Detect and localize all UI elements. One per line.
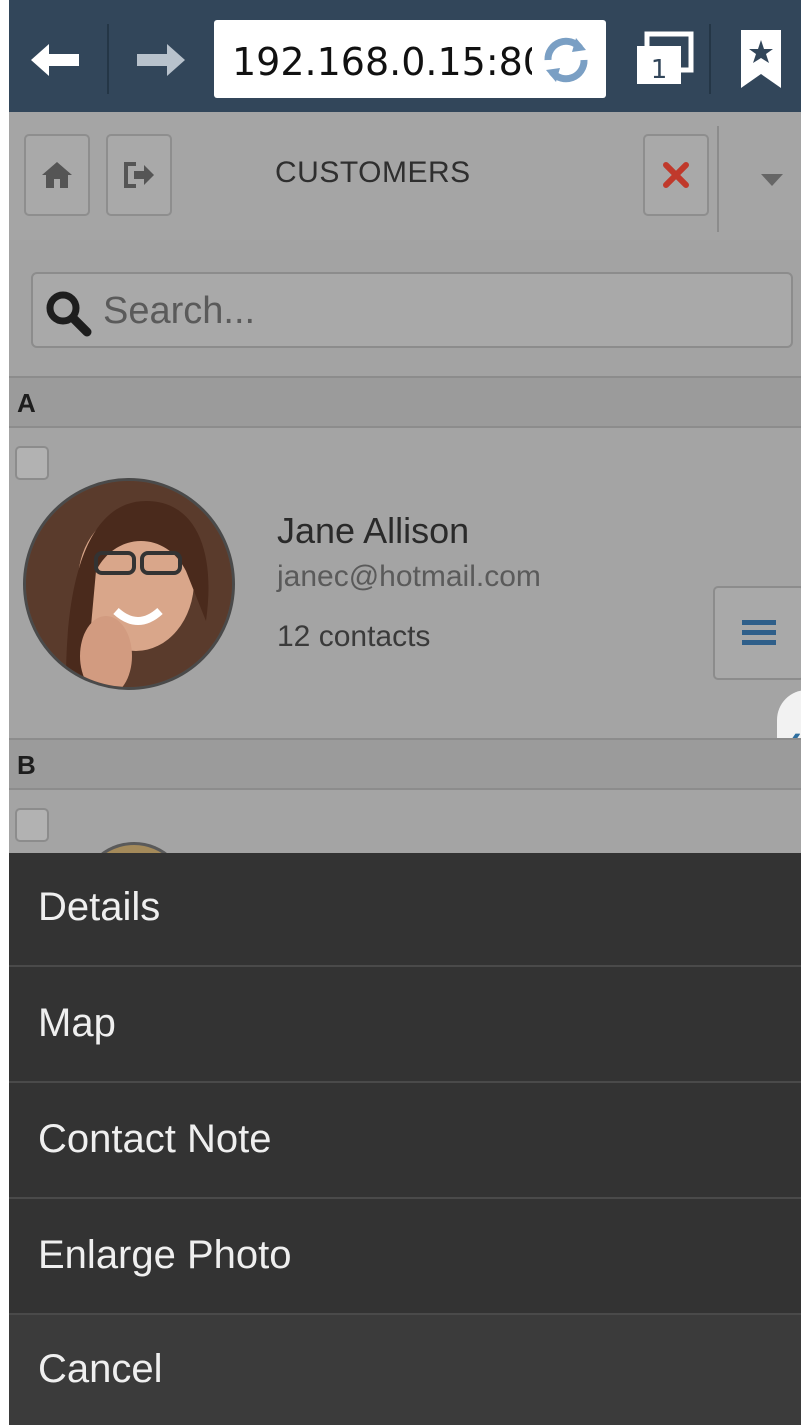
home-icon [42, 162, 72, 188]
bookmark-button[interactable] [731, 26, 791, 92]
close-icon [663, 162, 689, 188]
header-dropdown[interactable] [747, 160, 797, 200]
bookmark-star-icon [741, 30, 781, 88]
search-icon [46, 291, 92, 337]
address-bar[interactable]: 192.168.0.15:8080 [214, 20, 606, 98]
url-text: 192.168.0.15:8080 [232, 40, 532, 84]
tab-count: 1 [651, 55, 668, 85]
close-button[interactable] [643, 134, 709, 216]
action-cancel[interactable]: Cancel [9, 1315, 801, 1425]
section-letter: B [17, 750, 36, 780]
action-sheet: Details Map Contact Note Enlarge Photo C… [9, 853, 801, 1425]
action-contact-note[interactable]: Contact Note [9, 1085, 801, 1199]
action-map[interactable]: Map [9, 969, 801, 1083]
toolbar-separator [107, 24, 109, 94]
browser-toolbar: 192.168.0.15:8080 1 [0, 0, 801, 112]
customer-photo [26, 481, 232, 687]
hamburger-icon [742, 620, 776, 645]
home-button[interactable] [24, 134, 90, 216]
select-checkbox[interactable] [15, 446, 49, 480]
action-enlarge-photo[interactable]: Enlarge Photo [9, 1201, 801, 1315]
tabs-button[interactable]: 1 [629, 28, 699, 92]
list-item[interactable]: Jane Allison janec@hotmail.com 12 contac… [9, 428, 801, 738]
logout-button[interactable] [106, 134, 172, 216]
tabs-icon: 1 [637, 31, 694, 85]
action-label: Cancel [38, 1347, 163, 1391]
section-header-b: B [9, 738, 801, 790]
arrow-left-icon [31, 44, 79, 76]
select-checkbox[interactable] [15, 808, 49, 842]
search-box[interactable] [31, 272, 793, 348]
sign-out-icon [124, 162, 154, 188]
row-menu-button[interactable] [713, 586, 801, 680]
app-header: CUSTOMERS [9, 112, 801, 240]
arrow-right-icon [137, 44, 185, 76]
customer-email: janec@hotmail.com [277, 560, 541, 593]
contact-count: 12 contacts [277, 620, 431, 653]
action-label: Enlarge Photo [38, 1233, 292, 1277]
header-divider [717, 126, 719, 232]
action-label: Map [38, 1001, 116, 1045]
back-button[interactable] [15, 22, 95, 98]
page-title: CUSTOMERS [275, 156, 471, 189]
caret-down-icon [761, 174, 783, 186]
section-letter: A [17, 388, 36, 418]
avatar[interactable] [23, 478, 235, 690]
search-input[interactable] [103, 278, 783, 344]
section-header-a: A [9, 376, 801, 428]
action-label: Contact Note [38, 1117, 272, 1161]
action-label: Details [38, 885, 161, 929]
customer-name: Jane Allison [277, 510, 470, 551]
forward-button[interactable] [121, 22, 201, 98]
reload-icon[interactable] [536, 30, 596, 90]
action-details[interactable]: Details [9, 853, 801, 967]
toolbar-separator [709, 24, 711, 94]
